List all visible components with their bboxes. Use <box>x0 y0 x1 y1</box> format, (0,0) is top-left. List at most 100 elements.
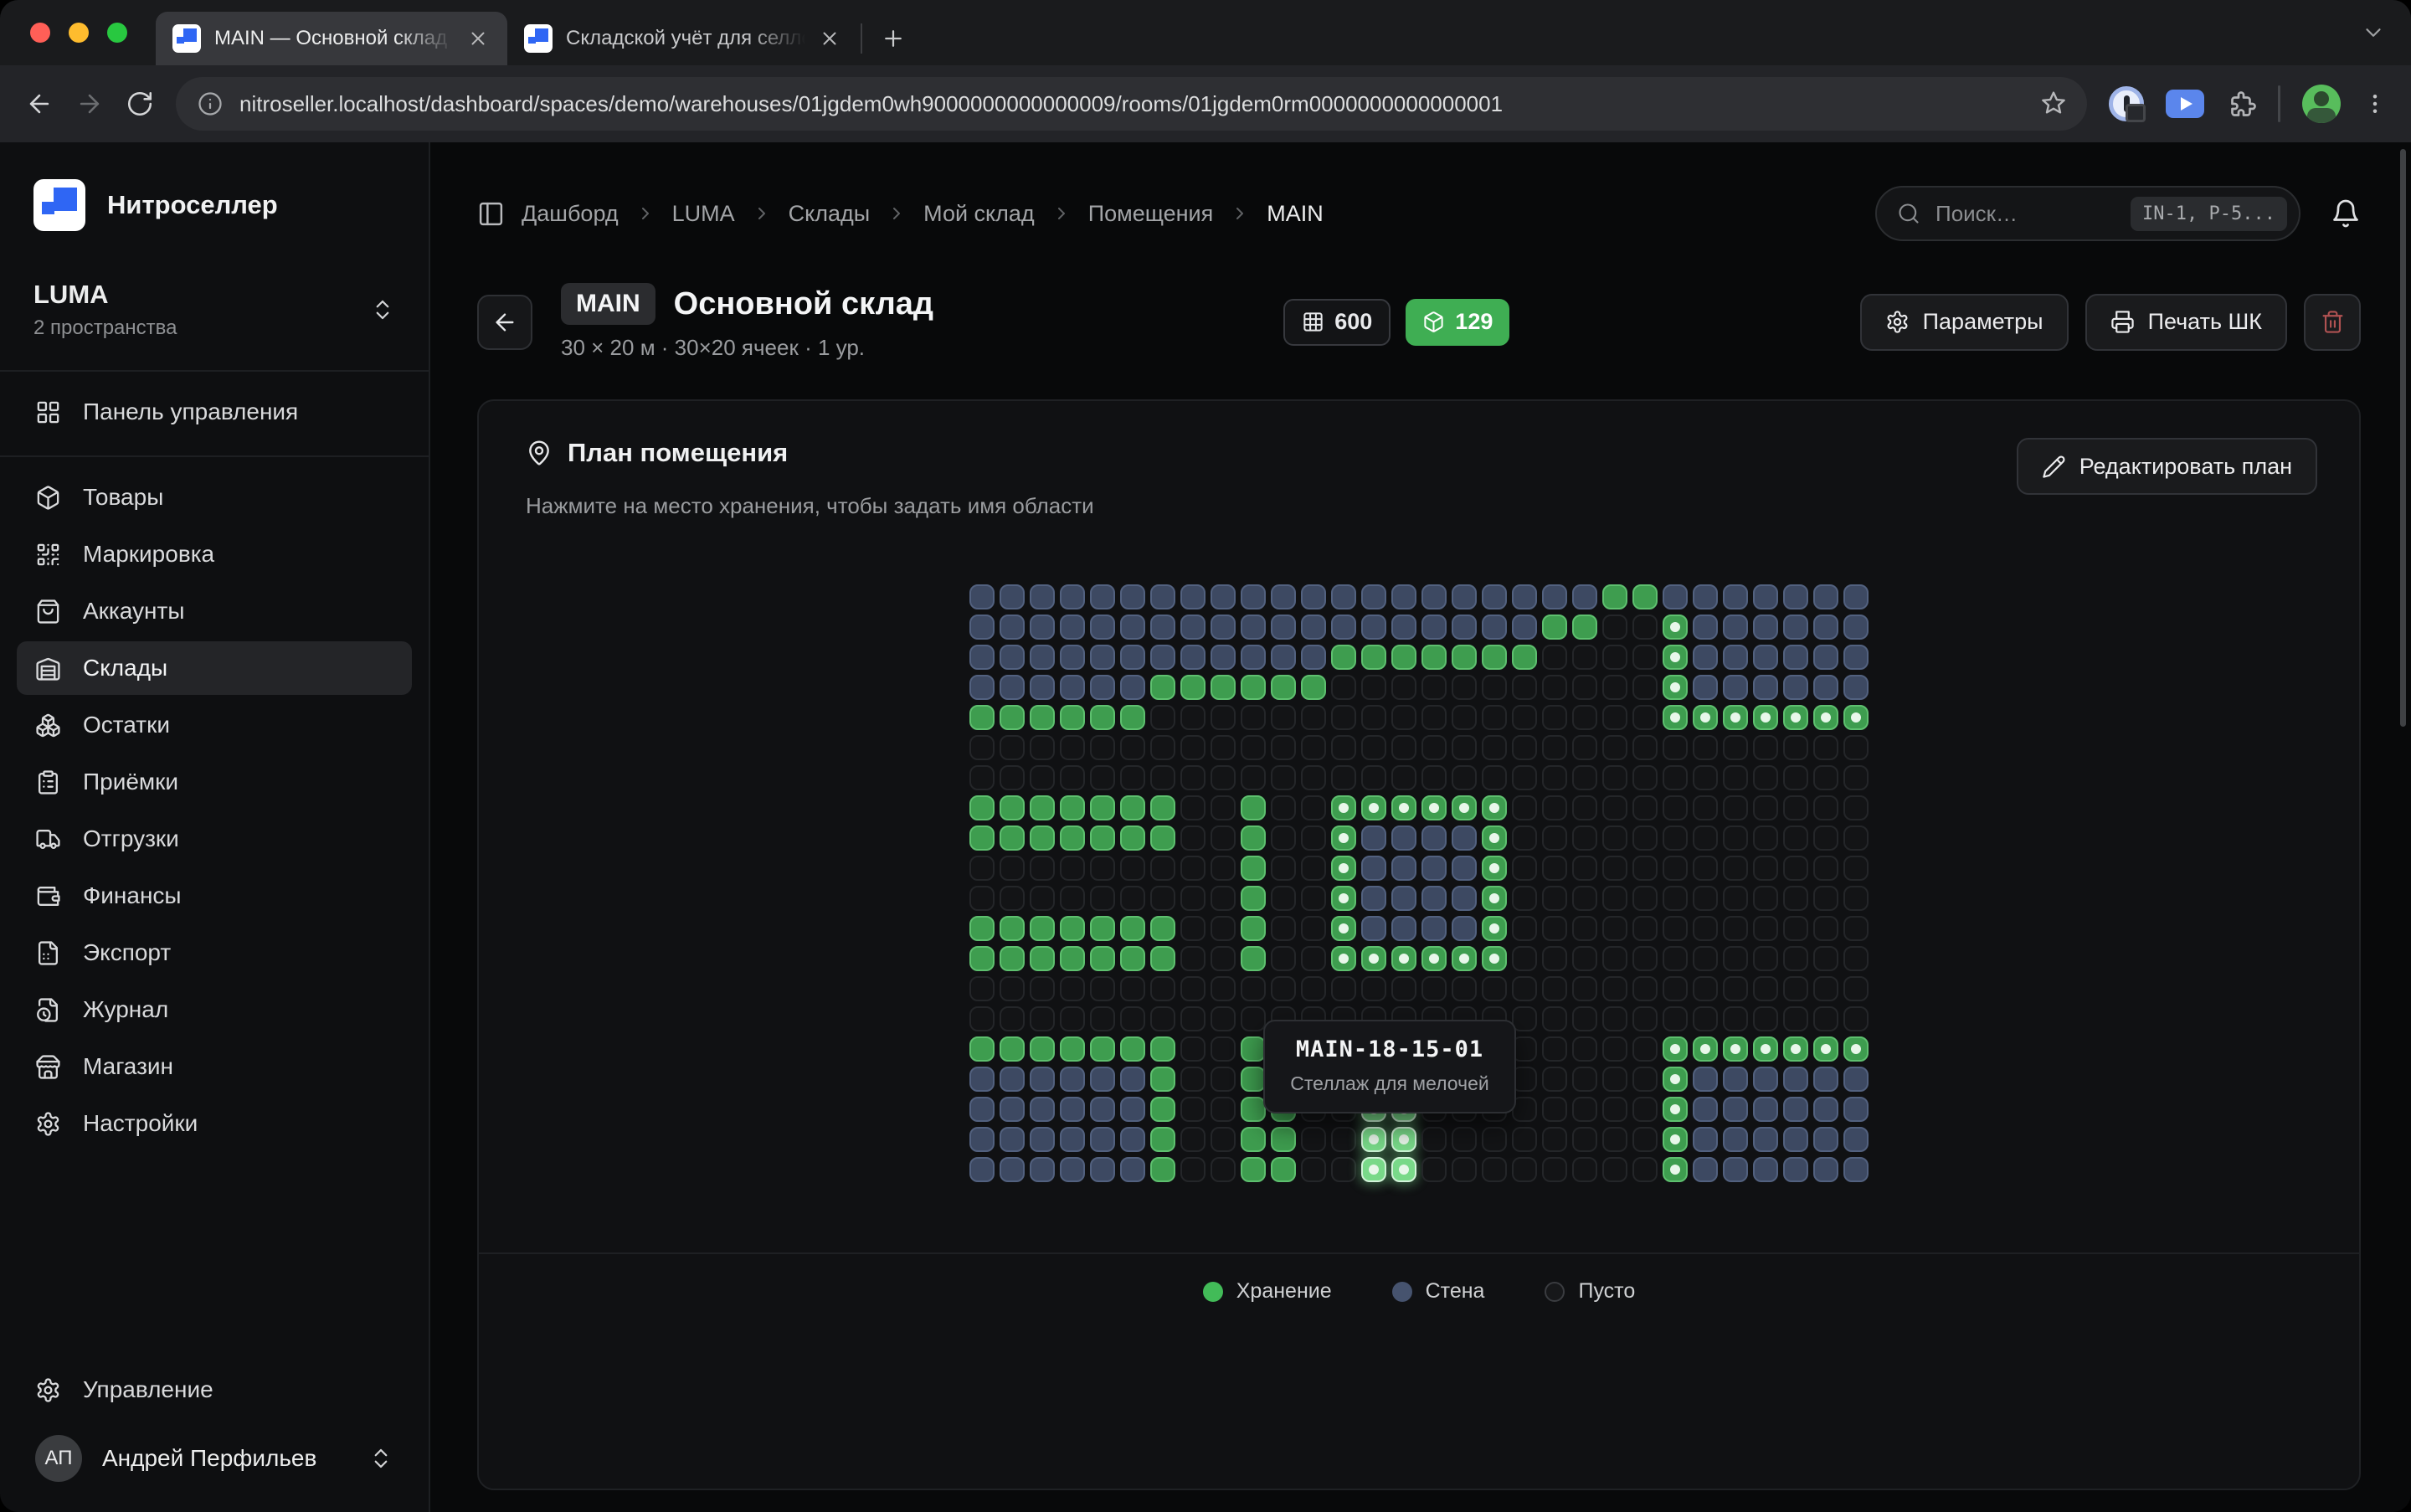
plan-cell[interactable] <box>1361 675 1386 700</box>
plan-cell[interactable] <box>1843 825 1869 851</box>
plan-cell[interactable] <box>1361 1157 1386 1182</box>
plan-cell[interactable] <box>1572 856 1597 881</box>
plan-cell[interactable] <box>1813 735 1838 760</box>
plan-cell[interactable] <box>969 1006 995 1031</box>
plan-cell[interactable] <box>1723 916 1748 941</box>
plan-cell[interactable] <box>1421 1157 1447 1182</box>
plan-cell[interactable] <box>1723 795 1748 820</box>
back-button[interactable] <box>477 295 532 350</box>
plan-cell[interactable] <box>1120 946 1145 971</box>
plan-cell[interactable] <box>1813 856 1838 881</box>
plan-cell[interactable] <box>1843 946 1869 971</box>
plan-cell[interactable] <box>1120 795 1145 820</box>
plan-cell[interactable] <box>1542 976 1567 1001</box>
plan-cell[interactable] <box>1753 705 1778 730</box>
plan-cell[interactable] <box>1211 765 1236 790</box>
plan-cell[interactable] <box>1060 976 1085 1001</box>
plan-cell[interactable] <box>1030 584 1055 609</box>
plan-cell[interactable] <box>1361 795 1386 820</box>
plan-cell[interactable] <box>1753 1067 1778 1092</box>
breadcrumb-item[interactable]: Склады <box>789 201 871 227</box>
plan-cell[interactable] <box>1090 1157 1115 1182</box>
plan-cell[interactable] <box>1090 584 1115 609</box>
plan-cell[interactable] <box>1783 856 1808 881</box>
plan-cell[interactable] <box>1843 976 1869 1001</box>
plan-cell[interactable] <box>1693 765 1718 790</box>
browser-tab-main[interactable]: MAIN — Основной склад - N <box>156 12 507 65</box>
plan-cell[interactable] <box>1060 886 1085 911</box>
plan-cell[interactable] <box>1693 856 1718 881</box>
plan-cell[interactable] <box>1391 795 1416 820</box>
sidebar-item[interactable]: Аккаунты <box>17 584 412 638</box>
plan-cell[interactable] <box>1180 735 1206 760</box>
plan-cell[interactable] <box>1663 1097 1688 1122</box>
plan-cell[interactable] <box>1271 584 1296 609</box>
sidebar-item[interactable]: Маркировка <box>17 527 412 581</box>
plan-cell[interactable] <box>1180 615 1206 640</box>
plan-cell[interactable] <box>1030 1127 1055 1152</box>
plan-cell[interactable] <box>1482 795 1507 820</box>
browser-menu-icon[interactable] <box>2362 91 2388 116</box>
plan-cell[interactable] <box>1120 615 1145 640</box>
plan-cell[interactable] <box>1361 916 1386 941</box>
plan-cell[interactable] <box>1301 765 1326 790</box>
plan-cell[interactable] <box>1452 916 1477 941</box>
window-minimize-button[interactable] <box>69 23 89 43</box>
plan-cell[interactable] <box>969 916 995 941</box>
plan-cell[interactable] <box>1000 765 1025 790</box>
plan-cell[interactable] <box>1783 916 1808 941</box>
plan-cell[interactable] <box>1421 916 1447 941</box>
plan-cell[interactable] <box>1030 916 1055 941</box>
plan-cell[interactable] <box>1783 946 1808 971</box>
plan-cell[interactable] <box>1271 675 1296 700</box>
plan-cell[interactable] <box>1241 765 1266 790</box>
video-extension-icon[interactable] <box>2166 90 2204 118</box>
plan-cell[interactable] <box>1572 705 1597 730</box>
plan-cell[interactable] <box>969 976 995 1001</box>
plan-cell[interactable] <box>1060 765 1085 790</box>
scrollbar[interactable] <box>2400 149 2406 727</box>
plan-cell[interactable] <box>1271 615 1296 640</box>
browser-tab-second[interactable]: Складской учёт для селлеро <box>507 12 859 65</box>
plan-cell[interactable] <box>1482 584 1507 609</box>
plan-cell[interactable] <box>1663 1006 1688 1031</box>
plan-cell[interactable] <box>1120 976 1145 1001</box>
plan-cell[interactable] <box>1602 825 1627 851</box>
plan-cell[interactable] <box>1060 916 1085 941</box>
plan-cell[interactable] <box>1090 765 1115 790</box>
plan-cell[interactable] <box>1391 584 1416 609</box>
plan-cell[interactable] <box>969 856 995 881</box>
plan-cell[interactable] <box>1753 1006 1778 1031</box>
plan-cell[interactable] <box>1030 886 1055 911</box>
plan-cell[interactable] <box>1000 795 1025 820</box>
plan-cell[interactable] <box>1271 886 1296 911</box>
plan-cell[interactable] <box>1572 1006 1597 1031</box>
plan-cell[interactable] <box>1391 735 1416 760</box>
plan-cell[interactable] <box>1663 1036 1688 1062</box>
plan-cell[interactable] <box>1663 916 1688 941</box>
plan-cell[interactable] <box>1512 615 1537 640</box>
breadcrumb-item[interactable]: LUMA <box>672 201 735 227</box>
plan-cell[interactable] <box>1211 1157 1236 1182</box>
plan-cell[interactable] <box>1301 675 1326 700</box>
plan-cell[interactable] <box>1391 705 1416 730</box>
plan-cell[interactable] <box>1512 916 1537 941</box>
plan-cell[interactable] <box>1482 1127 1507 1152</box>
plan-cell[interactable] <box>1693 584 1718 609</box>
delete-room-button[interactable] <box>2304 294 2361 351</box>
plan-cell[interactable] <box>1180 584 1206 609</box>
plan-cell[interactable] <box>1693 675 1718 700</box>
plan-cell[interactable] <box>1211 584 1236 609</box>
plan-cell[interactable] <box>1482 645 1507 670</box>
plan-cell[interactable] <box>1482 916 1507 941</box>
plan-cell[interactable] <box>1512 645 1537 670</box>
plan-cell[interactable] <box>1602 735 1627 760</box>
plan-cell[interactable] <box>1632 825 1658 851</box>
plan-cell[interactable] <box>1000 1006 1025 1031</box>
plan-cell[interactable] <box>1693 946 1718 971</box>
sidebar-item[interactable]: Товары <box>17 471 412 524</box>
plan-cell[interactable] <box>1241 825 1266 851</box>
plan-cell[interactable] <box>1180 1127 1206 1152</box>
plan-cell[interactable] <box>1813 705 1838 730</box>
password-extension-icon[interactable] <box>2109 86 2144 121</box>
